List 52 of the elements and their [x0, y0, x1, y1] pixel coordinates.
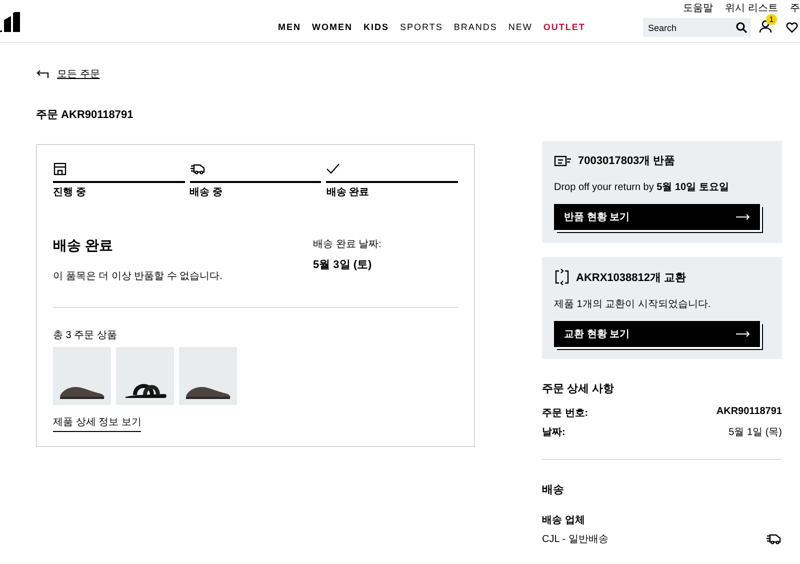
nav-link[interactable]: MEN — [278, 22, 301, 32]
checkmark-icon — [326, 163, 340, 175]
panel-title: 7003017803개 반품 — [578, 154, 676, 168]
truck-icon — [766, 533, 782, 545]
items-count: 총 3 주문 상품 — [53, 328, 118, 342]
return-note: 이 품목은 더 이상 반품할 수 없습니다. — [53, 270, 222, 282]
store-icon — [53, 162, 67, 176]
utility-link[interactable]: 위시 리스트 — [725, 1, 778, 15]
date-label: 배송 완료 날짜: — [313, 238, 382, 250]
detail-value: 5월 1일 (목) — [728, 426, 782, 439]
section-title: 배송 — [542, 483, 565, 497]
panel-text: Drop off your return by 5월 10일 토요일 — [554, 181, 730, 194]
arrow-right-icon — [736, 331, 750, 337]
nav-link[interactable]: SPORTS — [400, 22, 443, 32]
panel-text: 제품 1개의 교환이 시작되었습니다. — [554, 298, 712, 311]
exchange-icon — [554, 269, 570, 285]
product-thumbnail[interactable] — [53, 346, 111, 404]
notification-badge: 1 — [766, 14, 777, 25]
product-details-link[interactable]: 제품 상세 정보 보기 — [53, 414, 142, 432]
back-arrow-icon[interactable] — [36, 69, 49, 79]
carrier-label: 배송 업체 — [542, 514, 586, 527]
back-link[interactable]: 모든 주문 — [57, 67, 100, 81]
arrow-right-icon — [736, 214, 750, 220]
utility-link[interactable]: 주 — [790, 1, 800, 15]
wishlist-icon[interactable] — [786, 22, 798, 33]
detail-label: 주문 번호: — [542, 407, 588, 420]
status-button[interactable]: 반품 현황 보기 — [554, 204, 760, 230]
truck-icon — [190, 163, 206, 175]
detail-label: 날짜: — [542, 426, 566, 439]
nav-link[interactable]: WOMEN — [312, 22, 352, 32]
product-thumbnail[interactable] — [179, 346, 237, 404]
step-label: 배송 완료 — [326, 186, 370, 198]
status-button[interactable]: 교환 현황 보기 — [554, 321, 760, 347]
product-thumbnail[interactable] — [116, 346, 174, 404]
step-label: 진행 중 — [53, 186, 87, 198]
delivery-date: 5월 3일 (토) — [313, 258, 373, 272]
delivery-status: 배송 완료 — [53, 236, 114, 254]
detail-value: AKR90118791 — [716, 406, 782, 419]
nav-link[interactable]: KIDS — [364, 22, 390, 32]
nav-link[interactable]: OUTLET — [543, 22, 586, 32]
nav-link[interactable]: NEW — [508, 22, 532, 32]
utility-link[interactable]: 도움말 — [683, 1, 714, 15]
step-label: 배송 중 — [190, 186, 224, 198]
receipt-icon — [554, 154, 572, 166]
carrier-name: CJL - 일반배송 — [542, 533, 608, 546]
nav-link[interactable]: BRANDS — [454, 22, 498, 32]
account-icon[interactable] — [759, 20, 772, 33]
search-icon[interactable] — [736, 22, 747, 33]
panel-title: AKRX1038812개 교환 — [576, 270, 686, 284]
section-title: 주문 상세 사항 — [542, 382, 616, 396]
search-field[interactable]: Search — [643, 18, 751, 37]
order-title: 주문 AKR90118791 — [36, 108, 134, 121]
